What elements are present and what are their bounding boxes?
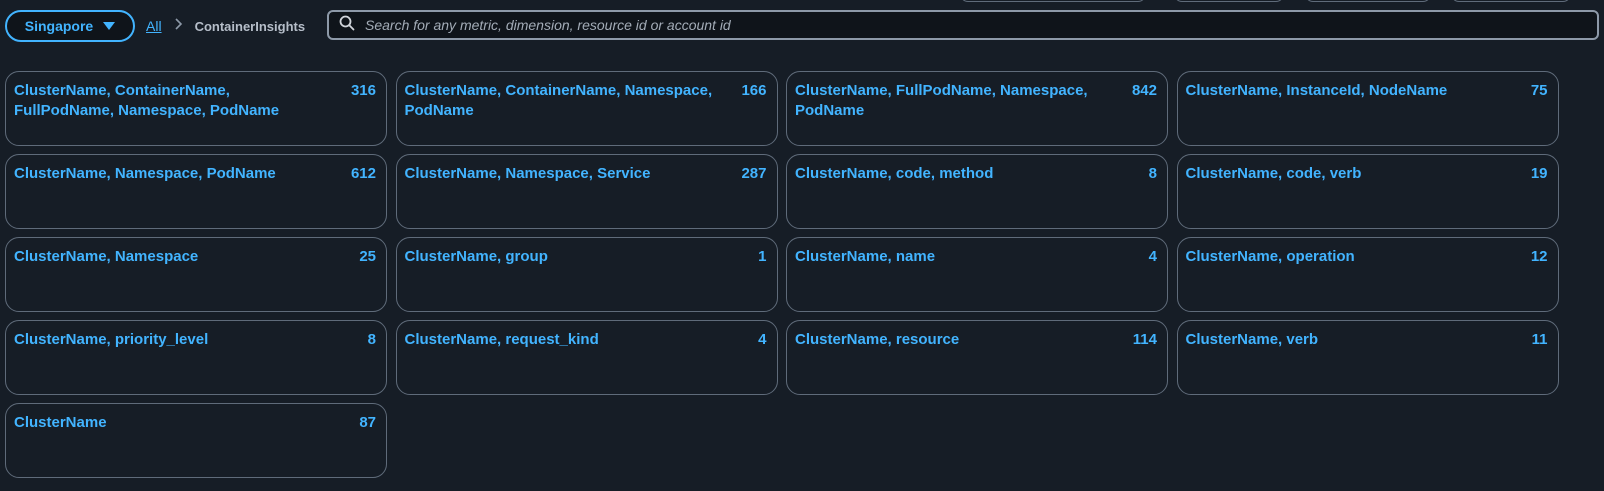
breadcrumb: All ContainerInsights (146, 10, 305, 42)
dimension-card[interactable]: ClusterName, ContainerName, FullPodName,… (5, 71, 387, 146)
dimension-card[interactable]: ClusterName, operation 12 (1176, 237, 1559, 312)
dimension-card[interactable]: ClusterName, group 1 (395, 237, 778, 312)
dimension-card-title: ClusterName, Namespace, Service (404, 165, 651, 182)
dimension-card[interactable]: ClusterName, priority_level 8 (5, 320, 387, 395)
dimension-card-count: 1 (758, 248, 767, 265)
dimension-card-count: 4 (1148, 248, 1157, 265)
dimension-card-title: ClusterName, resource (795, 331, 960, 348)
dimension-card-count: 75 (1530, 82, 1548, 99)
dimension-card-title: ClusterName, name (795, 248, 936, 265)
dimension-card-count: 316 (350, 82, 376, 99)
dimension-card-title: ClusterName, Namespace, PodName (14, 165, 276, 182)
dimension-card[interactable]: ClusterName, code, method 8 (786, 154, 1168, 229)
region-selector-button[interactable]: Singapore (5, 10, 135, 42)
toolbar-button-partial[interactable] (1305, 0, 1431, 2)
dimension-card-title: ClusterName, ContainerName, FullPodName,… (14, 82, 280, 119)
dimension-card-count: 12 (1530, 248, 1548, 265)
dimension-card-title: ClusterName, group (404, 248, 548, 265)
toolbar-button-partial[interactable] (1174, 0, 1284, 2)
breadcrumb-all-link[interactable]: All (146, 18, 162, 34)
dimension-card[interactable]: ClusterName, Namespace, PodName 612 (5, 154, 387, 229)
dimension-card[interactable]: ClusterName, Namespace, Service 287 (395, 154, 778, 229)
dimension-card-count: 114 (1132, 331, 1157, 348)
dimension-card[interactable]: ClusterName 87 (5, 403, 387, 478)
dimension-card[interactable]: ClusterName, Namespace 25 (5, 237, 387, 312)
dimension-card-count: 4 (758, 331, 767, 348)
toolbar-button-partial[interactable] (1451, 0, 1571, 2)
dimension-card-title: ClusterName, verb (1185, 331, 1319, 348)
dimension-card-count: 612 (350, 165, 376, 182)
dimension-card-count: 8 (1148, 165, 1157, 182)
dimension-card-count: 87 (359, 414, 376, 431)
dimension-card-title: ClusterName, ContainerName, Namespace, P… (404, 82, 713, 119)
dimension-card-count: 842 (1131, 82, 1157, 99)
region-label: Singapore (24, 18, 94, 34)
dimension-card-count: 25 (359, 248, 376, 265)
dimension-card-grid: ClusterName, ContainerName, FullPodName,… (5, 71, 1560, 478)
dimension-card[interactable]: ClusterName, name 4 (786, 237, 1168, 312)
caret-down-icon (103, 22, 116, 30)
dimension-card[interactable]: ClusterName, InstanceId, NodeName 75 (1176, 71, 1559, 146)
dimension-card[interactable]: ClusterName, request_kind 4 (395, 320, 778, 395)
dimension-card-title: ClusterName (14, 414, 107, 431)
search-icon (339, 15, 355, 36)
dimension-card-title: ClusterName, FullPodName, Namespace, Pod… (795, 82, 1088, 119)
dimension-card-count: 8 (367, 331, 376, 348)
search-input[interactable] (365, 17, 1597, 33)
toolbar: Singapore All ContainerInsights (5, 10, 1599, 42)
dimension-card-title: ClusterName, code, verb (1185, 165, 1362, 182)
toolbar-button-partial[interactable] (960, 0, 1146, 2)
dimension-card[interactable]: ClusterName, FullPodName, Namespace, Pod… (786, 71, 1168, 146)
breadcrumb-current: ContainerInsights (194, 18, 306, 34)
dimension-card[interactable]: ClusterName, ContainerName, Namespace, P… (395, 71, 778, 146)
search-field[interactable] (327, 10, 1599, 40)
dimension-card-count: 287 (741, 165, 767, 182)
chevron-right-icon (174, 18, 183, 34)
dimension-card-count: 166 (741, 82, 767, 99)
metrics-browser: Singapore All ContainerInsights ClusterN… (0, 0, 1604, 491)
dimension-card-title: ClusterName, Namespace (14, 248, 199, 265)
dimension-card-count: 11 (1531, 331, 1548, 348)
dimension-card[interactable]: ClusterName, resource 114 (786, 320, 1168, 395)
dimension-card-title: ClusterName, priority_level (14, 331, 209, 348)
dimension-card-title: ClusterName, code, method (795, 165, 994, 182)
dimension-card[interactable]: ClusterName, verb 11 (1176, 320, 1559, 395)
dimension-card-title: ClusterName, InstanceId, NodeName (1185, 82, 1448, 99)
dimension-card-title: ClusterName, operation (1185, 248, 1355, 265)
dimension-card-count: 19 (1530, 165, 1548, 182)
dimension-card-title: ClusterName, request_kind (404, 331, 599, 348)
dimension-card[interactable]: ClusterName, code, verb 19 (1176, 154, 1559, 229)
